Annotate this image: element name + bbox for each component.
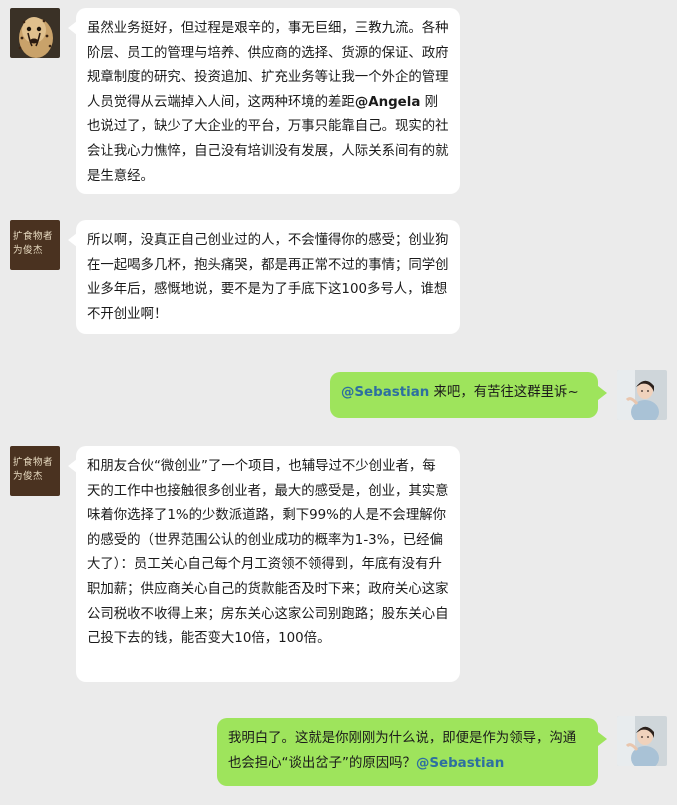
message-text: 来吧，有苦往这群里诉~ xyxy=(429,385,579,400)
mention-link[interactable]: @Angela xyxy=(355,95,421,110)
avatar-calligraphy-text: 扩食物者为俊杰 xyxy=(13,231,54,256)
avatar-calligraphy-text: 扩食物者为俊杰 xyxy=(13,457,54,482)
cheetah-avatar[interactable] xyxy=(10,8,60,58)
person-avatar[interactable] xyxy=(617,370,667,420)
message-bubble[interactable]: 和朋友合伙“微创业”了一个项目，也辅导过不少创业者，每天的工作中也接触很多创业者… xyxy=(76,446,460,682)
message-bubble[interactable]: 所以啊，没真正自己创业过的人，不会懂得你的感受；创业狗在一起喝多几杯，抱头痛哭，… xyxy=(76,220,460,334)
bubble-tail xyxy=(598,386,607,400)
message-bubble[interactable]: 虽然业务挺好，但过程是艰辛的，事无巨细，三教九流。各种阶层、员工的管理与培养、供… xyxy=(76,8,460,194)
message-text: 我明白了。这就是你刚刚为什么说，即便是作为领导，沟通也会担心“谈出岔子”的原因吗… xyxy=(228,731,577,771)
mention-link[interactable]: @Sebastian xyxy=(341,385,429,400)
calligraphy-avatar[interactable]: 扩食物者为俊杰 xyxy=(10,446,60,496)
mention-link[interactable]: @Sebastian xyxy=(416,756,504,771)
message-text: 所以啊，没真正自己创业过的人，不会懂得你的感受；创业狗在一起喝多几杯，抱头痛哭，… xyxy=(87,233,449,322)
message-bubble[interactable]: @Sebastian 来吧，有苦往这群里诉~ xyxy=(330,372,598,418)
person-avatar[interactable] xyxy=(617,716,667,766)
message-text: 和朋友合伙“微创业”了一个项目，也辅导过不少创业者，每天的工作中也接触很多创业者… xyxy=(87,459,449,647)
bubble-tail xyxy=(598,732,607,746)
calligraphy-avatar[interactable]: 扩食物者为俊杰 xyxy=(10,220,60,270)
message-bubble[interactable]: 我明白了。这就是你刚刚为什么说，即便是作为领导，沟通也会担心“谈出岔子”的原因吗… xyxy=(217,718,598,786)
